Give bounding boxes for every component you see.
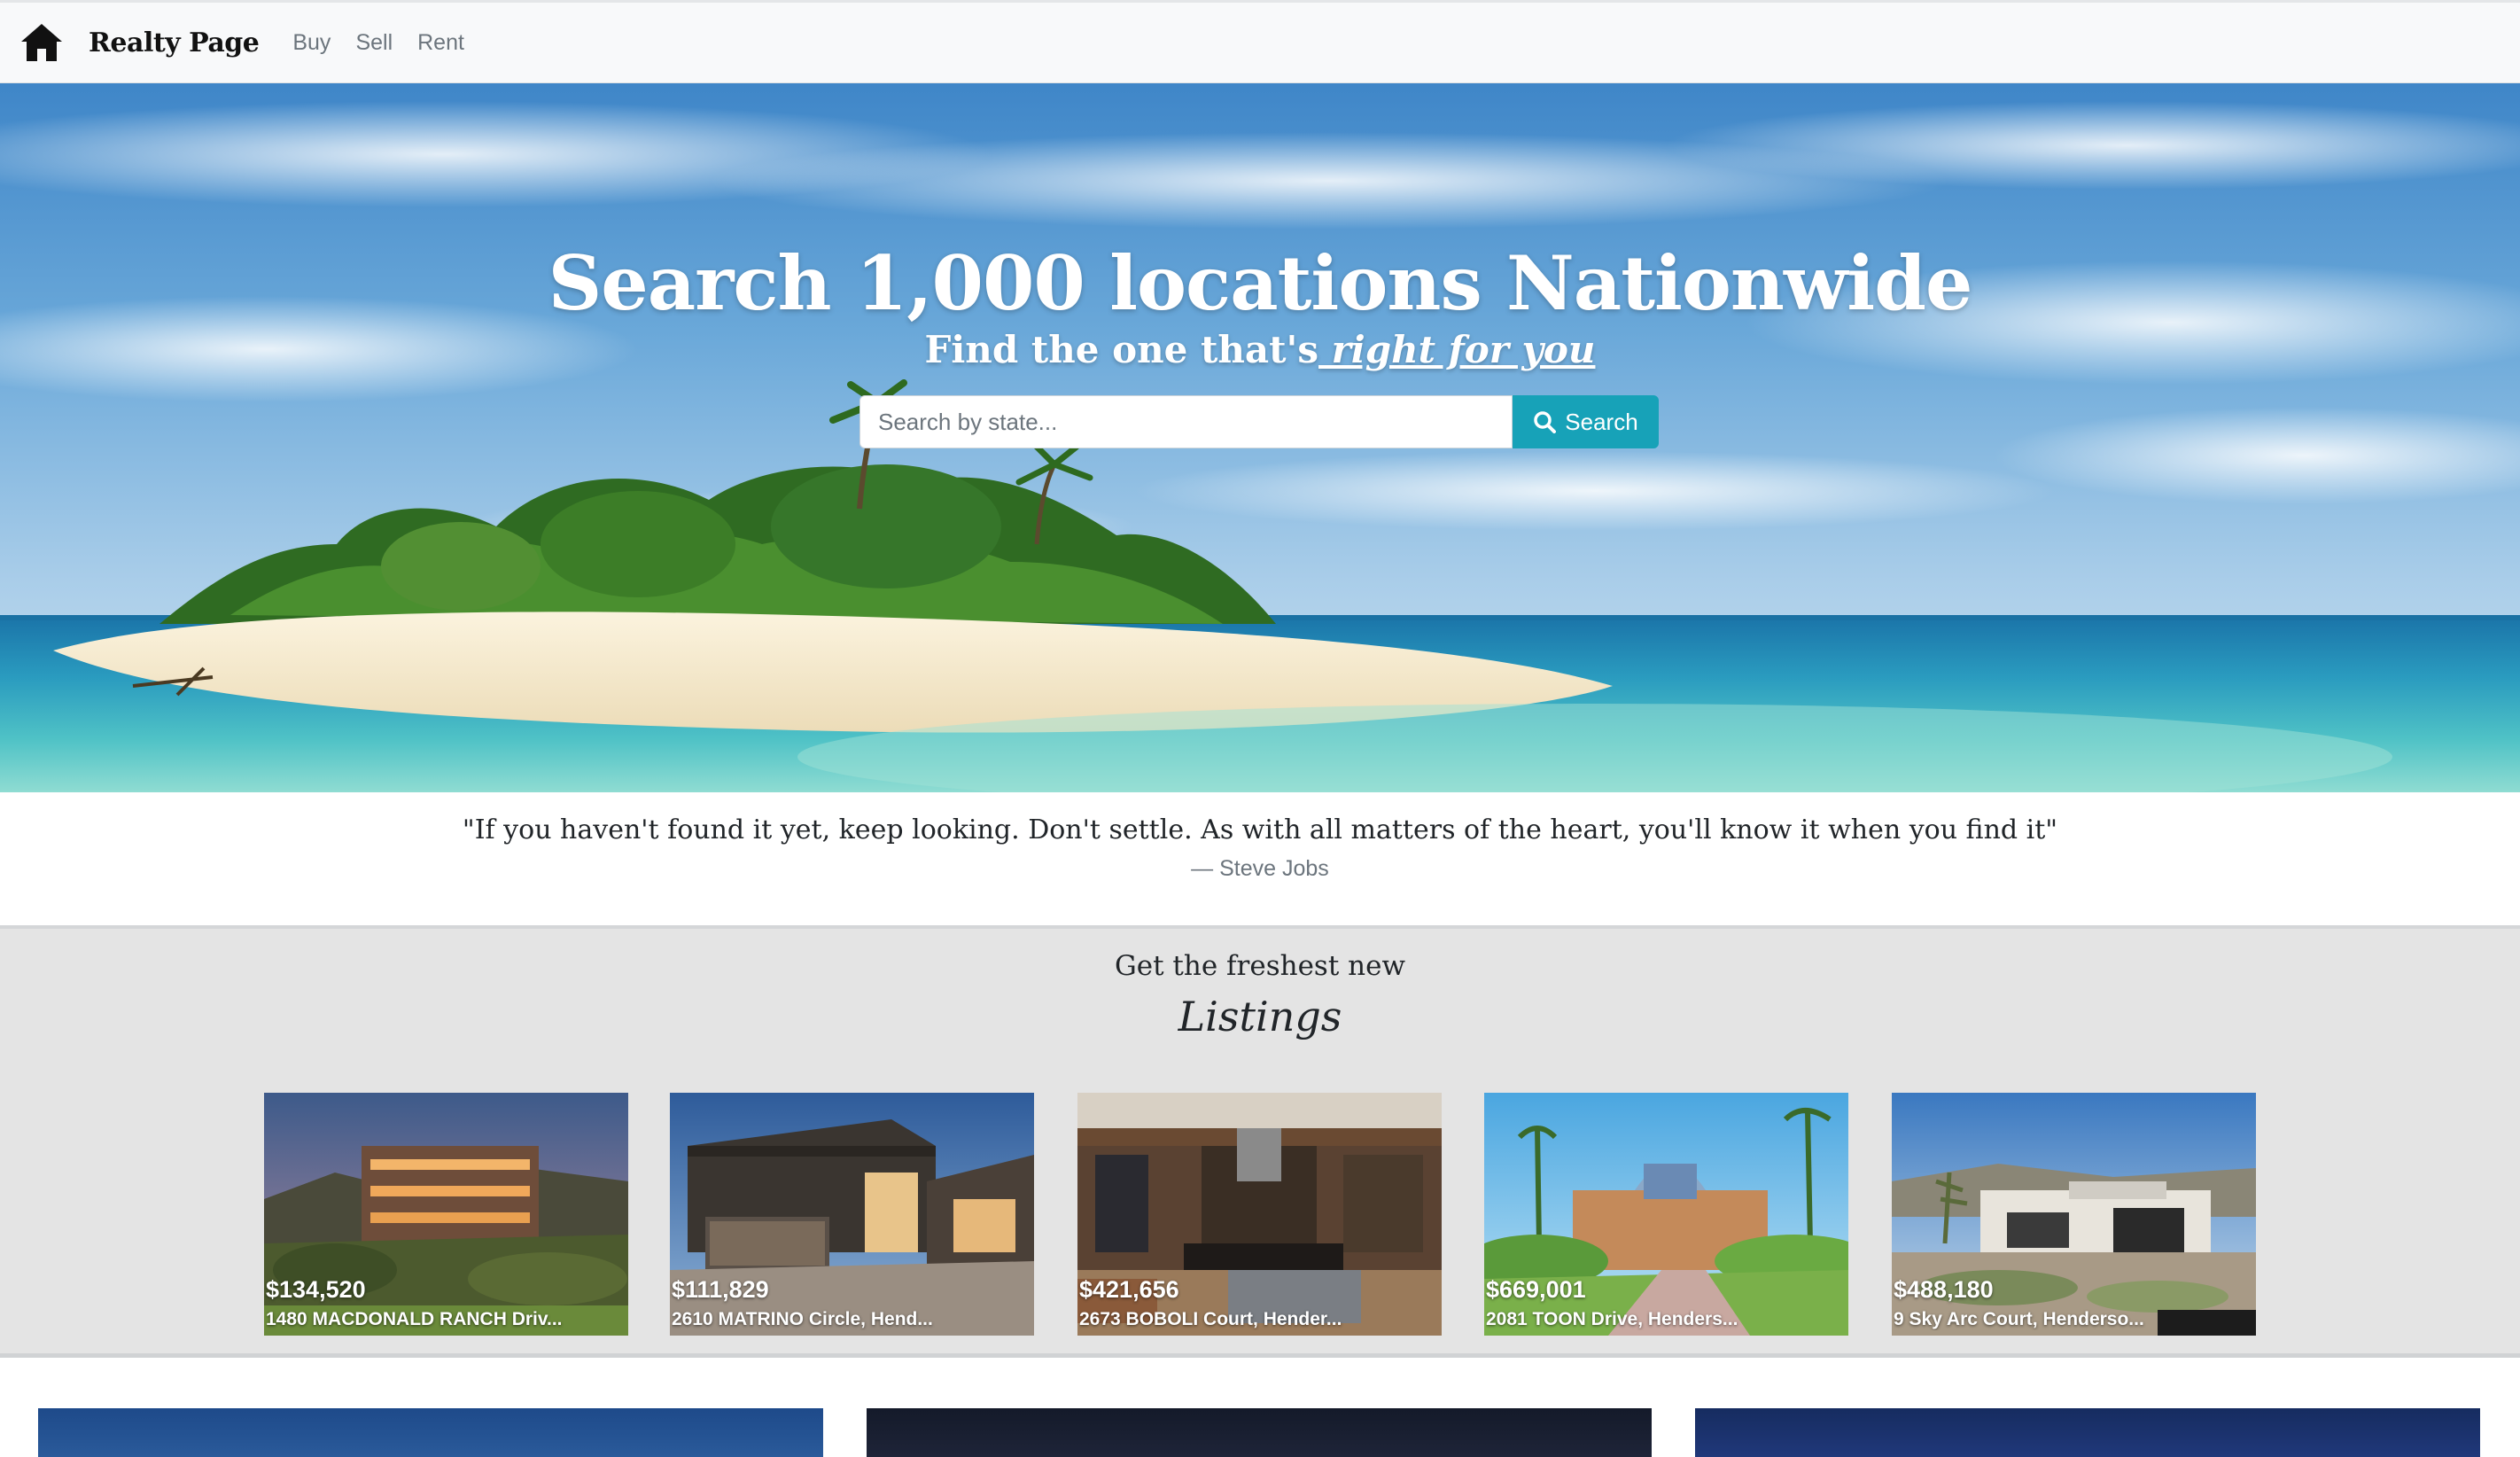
listing-card[interactable]: $134,520 1480 MACDONALD RANCH Driv... — [264, 1093, 628, 1336]
hero-subtitle-prefix: Find the one that's — [924, 328, 1319, 371]
listings-section: Get the freshest new Listings $134,520 1… — [0, 929, 2520, 1358]
house-icon — [21, 24, 62, 61]
quote-section: "If you haven't found it yet, keep looki… — [0, 792, 2520, 929]
search-button[interactable]: Search — [1513, 395, 1659, 448]
listing-address: 2081 TOON Drive, Henders... — [1486, 1309, 1738, 1329]
hero-title: Search 1,000 locations Nationwide — [548, 239, 1973, 327]
nav-link-buy[interactable]: Buy — [292, 30, 331, 56]
listing-address: 2673 BOBOLI Court, Hender... — [1079, 1309, 1342, 1329]
search-button-label: Search — [1565, 408, 1638, 435]
listing-cards: $134,520 1480 MACDONALD RANCH Driv... $1… — [264, 1093, 2256, 1336]
listing-price: $111,829 — [672, 1276, 769, 1303]
hero-section: Search 1,000 locations Nationwide Find t… — [0, 83, 2520, 792]
brand-name: Realty Page — [89, 27, 260, 58]
listing-card[interactable]: $488,180 9 Sky Arc Court, Henderso... — [1892, 1093, 2256, 1336]
navbar: Realty Page Buy Sell Rent — [0, 0, 2520, 83]
featured-tile[interactable] — [867, 1408, 1652, 1457]
listing-card[interactable]: $421,656 2673 BOBOLI Court, Hender... — [1077, 1093, 1442, 1336]
hero-subtitle: Find the one that's right for you — [0, 328, 2520, 371]
listings-kicker: Get the freshest new — [1115, 950, 1405, 982]
nav-link-rent[interactable]: Rent — [417, 30, 464, 56]
search-form: Search — [859, 395, 1659, 448]
featured-tile[interactable] — [38, 1408, 823, 1457]
listing-address: 1480 MACDONALD RANCH Driv... — [266, 1309, 563, 1329]
listing-address: 9 Sky Arc Court, Henderso... — [1894, 1309, 2144, 1329]
listing-price: $669,001 — [1486, 1276, 1586, 1303]
listing-card[interactable]: $669,001 2081 TOON Drive, Henders... — [1484, 1093, 1848, 1336]
listing-price: $134,520 — [266, 1276, 366, 1303]
nav-links: Buy Sell Rent — [292, 30, 489, 56]
quote-text: "If you haven't found it yet, keep looki… — [462, 814, 2058, 845]
search-icon — [1534, 411, 1557, 433]
listing-address: 2610 MATRINO Circle, Hend... — [672, 1309, 933, 1329]
brand-link[interactable]: Realty Page — [19, 20, 260, 65]
hero-subtitle-emphasis: right for you — [1318, 328, 1596, 371]
quote-author: — Steve Jobs — [1191, 856, 1329, 881]
listing-price: $421,656 — [1079, 1276, 1179, 1303]
featured-tile[interactable] — [1695, 1408, 2480, 1457]
listings-heading: Listings — [1178, 993, 1342, 1040]
listing-price: $488,180 — [1894, 1276, 1994, 1303]
search-input[interactable] — [859, 395, 1513, 448]
nav-link-sell[interactable]: Sell — [355, 30, 393, 56]
listing-card[interactable]: $111,829 2610 MATRINO Circle, Hend... — [670, 1093, 1034, 1336]
